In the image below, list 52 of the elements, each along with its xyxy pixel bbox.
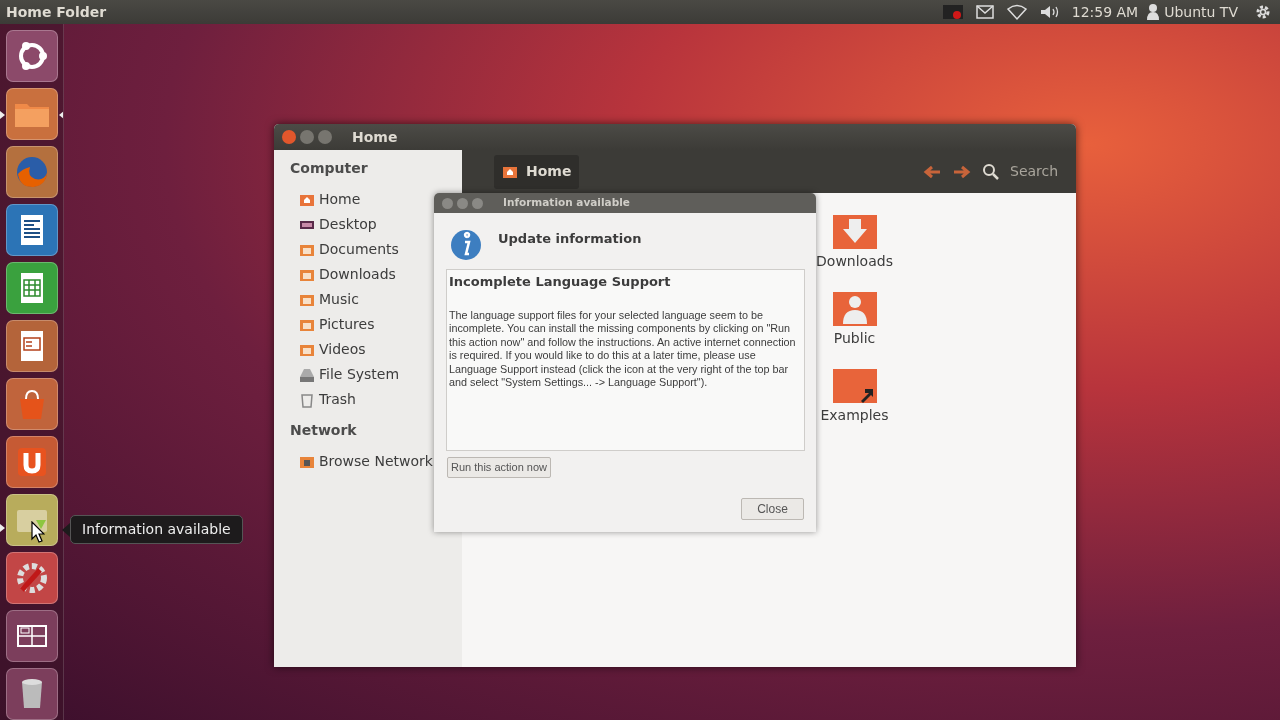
user-icon (1146, 3, 1161, 21)
mouse-pointer-icon (31, 521, 45, 543)
wifi-icon[interactable] (1005, 2, 1028, 22)
sidebar-item[interactable]: Downloads (290, 262, 402, 287)
globe-fox-icon[interactable] (6, 146, 58, 198)
presentation-icon[interactable] (6, 320, 58, 372)
file-label[interactable]: Public (833, 328, 876, 349)
file-label[interactable]: Downloads (816, 251, 893, 272)
back-arrow-icon[interactable] (922, 163, 942, 180)
sidebar-item[interactable]: Pictures (290, 312, 381, 337)
maximize-button[interactable] (318, 130, 332, 144)
sidebar-item[interactable]: Trash (290, 387, 362, 412)
drive-icon (299, 366, 315, 383)
dialog-heading: Update information (498, 230, 642, 248)
message-text: The language support files for your selected language seem to be incomplete. You can install the missing components by clicking on "Run this action now" and follow the instructions. An active internet connection is required. If you would like to do this at a later time, please use Language Support instead (click the icon at the very right of the top bar and select "System Settings... -> Language Support"). (449, 308, 797, 391)
breadcrumb-button[interactable]: Home (494, 154, 580, 189)
sidebar-heading: Network (290, 421, 358, 440)
forward-arrow-icon[interactable] (952, 163, 972, 180)
file-label[interactable]: Examples (820, 405, 889, 426)
close-dialog-button[interactable]: Close (741, 497, 804, 520)
sidebar-item[interactable]: Home (290, 187, 367, 212)
minimize-button[interactable] (300, 130, 314, 144)
run-action-button[interactable]: Run this action now (447, 457, 551, 478)
sidebar-item[interactable]: Desktop (290, 212, 383, 237)
sidebar-item[interactable]: File System (290, 362, 406, 387)
spreadsheet-icon[interactable] (6, 262, 58, 314)
sidebar-item[interactable]: Videos (290, 337, 372, 362)
trash-icon[interactable] (6, 668, 58, 720)
app-title: Home Folder (5, 2, 107, 22)
info-icon (450, 229, 482, 261)
gear-wrench-icon[interactable] (6, 552, 58, 604)
tooltip: Information available (62, 515, 243, 544)
search-icon[interactable] (982, 162, 1000, 181)
window-title: Home (352, 127, 398, 147)
ubuntu-logo-icon[interactable] (6, 30, 58, 82)
clock-text[interactable]: 12:59 AM (1071, 1, 1139, 23)
document-icon[interactable] (6, 204, 58, 256)
sidebar-heading: Computer (290, 159, 369, 178)
sidebar-item[interactable]: Music (290, 287, 365, 312)
sidebar-item[interactable]: Documents (290, 237, 405, 262)
screen-record-icon[interactable] (941, 2, 964, 22)
settings-icon[interactable] (1254, 3, 1272, 21)
package-icon[interactable] (6, 494, 58, 546)
trash-icon (299, 391, 315, 408)
dialog-title: Information available (503, 195, 630, 211)
message-heading: Incomplete Language Support (449, 273, 672, 291)
user-name[interactable]: Ubuntu TV (1164, 1, 1238, 23)
u-letter-icon[interactable] (6, 436, 58, 488)
workspaces-icon[interactable] (6, 610, 58, 662)
search-field[interactable]: Search (1008, 160, 1068, 183)
close-button[interactable] (282, 130, 296, 144)
mail-icon[interactable] (974, 2, 995, 22)
